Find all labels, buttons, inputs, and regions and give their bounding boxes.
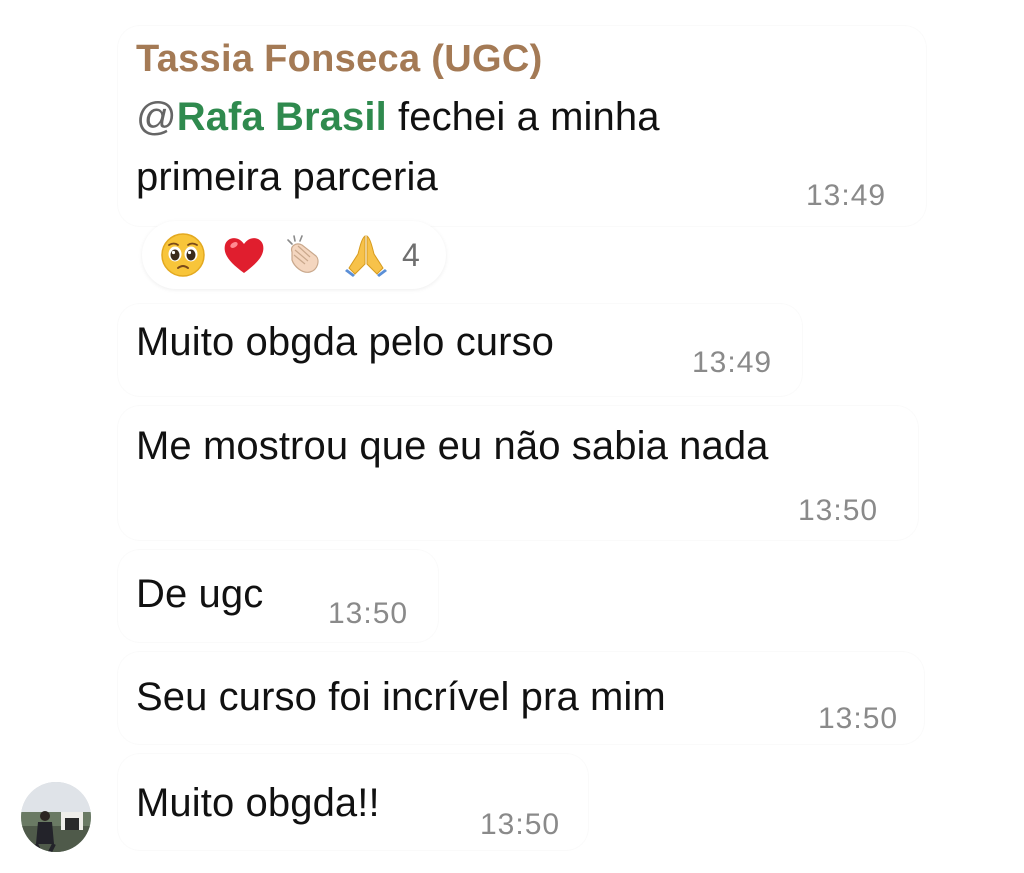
sender-name[interactable]: Tassia Fonseca (UGC) xyxy=(136,38,543,81)
message-timestamp: 13:50 xyxy=(798,494,879,527)
message-text: @Rafa Brasil fechei a minha xyxy=(136,95,660,140)
message-text-rest: fechei a minha xyxy=(386,95,660,139)
folded-hands-icon xyxy=(341,230,391,280)
mention-prefix: @ xyxy=(136,95,177,139)
message-text: Muito obgda pelo curso xyxy=(136,320,555,364)
message-text: Seu curso foi incrível pra mim xyxy=(136,675,666,719)
message-text: Me mostrou que eu não sabia nada xyxy=(136,424,769,468)
message-text-line2: primeira parceria xyxy=(136,155,438,199)
clapping-hands-icon xyxy=(280,230,330,280)
message-timestamp: 13:50 xyxy=(480,808,561,841)
red-heart-icon xyxy=(219,230,269,280)
message-timestamp: 13:50 xyxy=(818,702,899,735)
message-text: De ugc xyxy=(136,572,264,616)
chat-thread: Tassia Fonseca (UGC) @Rafa Brasil fechei… xyxy=(0,0,1024,873)
avatar[interactable] xyxy=(21,782,91,852)
reactions-bar[interactable]: 4 xyxy=(142,221,446,289)
pleading-face-icon xyxy=(158,230,208,280)
message-timestamp: 13:50 xyxy=(328,597,409,630)
message-timestamp: 13:49 xyxy=(692,346,773,379)
reaction-count: 4 xyxy=(402,236,420,273)
message-text: Muito obgda!! xyxy=(136,781,380,825)
message-timestamp: 13:49 xyxy=(806,179,887,212)
mention-link[interactable]: Rafa Brasil xyxy=(177,95,387,139)
